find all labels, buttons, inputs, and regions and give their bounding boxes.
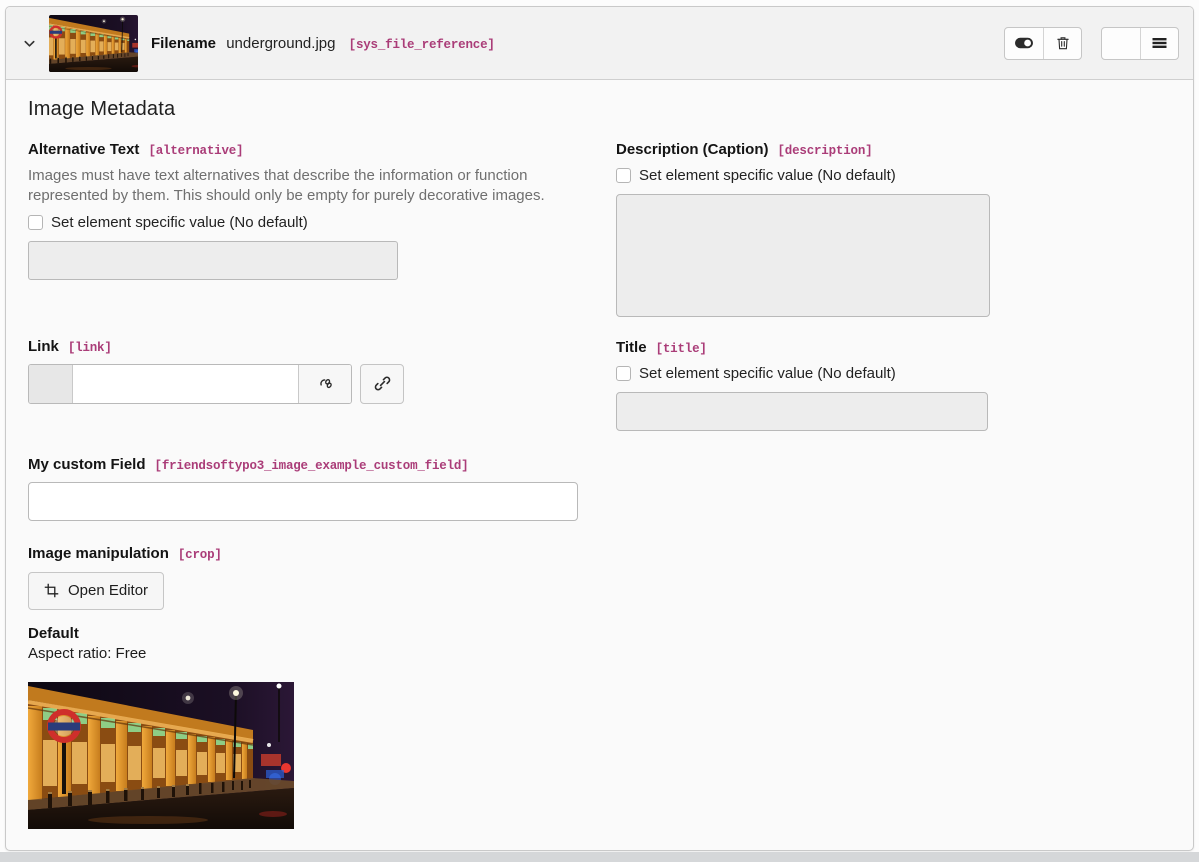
alternative-text-input: [28, 241, 398, 280]
link-explanation-button[interactable]: [298, 365, 351, 403]
alternative-override-checkbox[interactable]: [28, 215, 43, 230]
description-override-checkbox-label: Set element specific value (No default): [639, 167, 896, 184]
title-override-checkbox[interactable]: [616, 366, 631, 381]
description-textarea: [616, 194, 990, 317]
filename-value: underground.jpg: [226, 35, 335, 52]
page-background-edge: [0, 852, 1199, 862]
file-reference-header[interactable]: Filename underground.jpg [sys_file_refer…: [6, 7, 1193, 80]
crop-field-key: [crop]: [178, 548, 222, 562]
toggle-visibility-button[interactable]: [1005, 28, 1043, 59]
description-override-checkbox[interactable]: [616, 168, 631, 183]
chevron-down-icon[interactable]: [20, 34, 38, 52]
left-column: Alternative Text[alternative] Images mus…: [28, 141, 578, 829]
custom-field-input[interactable]: [28, 482, 578, 521]
custom-field-key: [friendsoftypo3_image_example_custom_fie…: [155, 459, 469, 473]
placeholder-button[interactable]: [1102, 28, 1140, 59]
title-field-label: Title[title]: [616, 339, 1166, 357]
title-override-checkbox-row: Set element specific value (No default): [616, 365, 1166, 382]
link-details-icon: [317, 375, 334, 392]
alternative-field-key: [alternative]: [148, 144, 243, 158]
record-menu-button[interactable]: [1140, 28, 1178, 59]
link-input-group: [28, 364, 352, 404]
crop-variant-label: Default: [28, 625, 578, 642]
link-field-key: [link]: [68, 341, 112, 355]
open-editor-button[interactable]: Open Editor: [28, 572, 164, 610]
alternative-override-checkbox-row: Set element specific value (No default): [28, 214, 578, 231]
open-editor-button-label: Open Editor: [68, 582, 148, 599]
title-override-checkbox-label: Set element specific value (No default): [639, 365, 896, 382]
crop-preview-image: [28, 682, 294, 829]
visibility-delete-button-group: [1004, 27, 1082, 60]
alternative-override-checkbox-label: Set element specific value (No default): [51, 214, 308, 231]
alternative-field-note: Images must have text alternatives that …: [28, 166, 578, 206]
link-input-prefix: [29, 365, 73, 403]
file-thumbnail: [49, 15, 138, 72]
header-title: Filename underground.jpg [sys_file_refer…: [151, 35, 495, 52]
crop-field-label: Image manipulation[crop]: [28, 545, 578, 563]
title-input: [616, 392, 988, 431]
record-type-key: [sys_file_reference]: [349, 38, 495, 52]
delete-button[interactable]: [1043, 28, 1081, 59]
hamburger-menu-icon: [1152, 37, 1167, 49]
link-browser-button[interactable]: [360, 364, 404, 404]
link-field-label: Link[link]: [28, 338, 578, 356]
filename-label: Filename: [151, 35, 216, 52]
link-icon: [374, 375, 391, 392]
custom-field-label: My custom Field[friendsoftypo3_image_exa…: [28, 456, 578, 474]
link-input[interactable]: [73, 365, 298, 403]
file-reference-body: Image Metadata Alternative Text[alternat…: [6, 80, 1193, 851]
toggle-on-icon: [1014, 36, 1034, 50]
crop-aspect-ratio-label: Aspect ratio: Free: [28, 645, 578, 662]
link-field-row: [28, 364, 578, 404]
file-reference-panel: Filename underground.jpg [sys_file_refer…: [5, 6, 1194, 851]
sorting-menu-button-group: [1101, 27, 1179, 60]
page-title: Image Metadata: [28, 98, 1171, 121]
description-field-label: Description (Caption)[description]: [616, 141, 1166, 159]
description-override-checkbox-row: Set element specific value (No default): [616, 167, 1166, 184]
trash-icon: [1055, 35, 1071, 51]
crop-icon: [44, 583, 59, 598]
description-field-key: [description]: [778, 144, 873, 158]
title-field-key: [title]: [656, 342, 707, 356]
alternative-field-label: Alternative Text[alternative]: [28, 141, 578, 159]
right-column: Description (Caption)[description] Set e…: [616, 141, 1166, 431]
